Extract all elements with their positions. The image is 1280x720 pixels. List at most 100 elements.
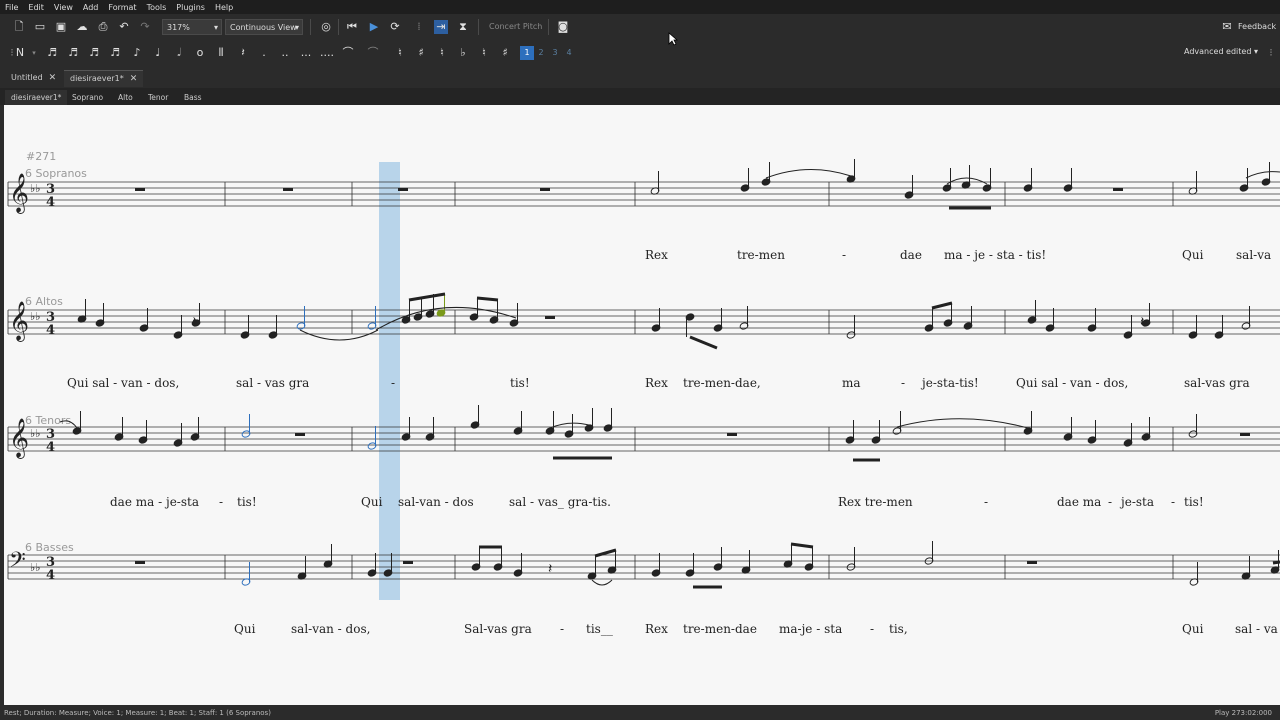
- lyric-syllable: je-sta-tis!: [922, 376, 979, 390]
- lyric-syllable: -: [1171, 495, 1176, 509]
- undo-icon[interactable]: ↶: [117, 20, 131, 34]
- loop-in-icon[interactable]: ⁞: [412, 20, 426, 34]
- dot-icon[interactable]: .: [257, 46, 271, 60]
- voice-2-button[interactable]: 2: [534, 46, 548, 60]
- score-canvas[interactable]: [4, 105, 1280, 705]
- mouse-cursor-icon: [668, 32, 678, 46]
- voice-1-button[interactable]: 1: [520, 46, 534, 60]
- duration-1024-icon[interactable]: ♬: [45, 46, 59, 60]
- subtab-soprano[interactable]: Soprano: [66, 90, 109, 105]
- duration-16th-icon[interactable]: ♬: [108, 46, 122, 60]
- menu-plugins[interactable]: Plugins: [171, 3, 210, 12]
- duration-32nd-icon[interactable]: ♬: [87, 46, 101, 60]
- lyric-syllable: tis!: [237, 495, 257, 509]
- slur-icon[interactable]: ⌒: [366, 46, 380, 60]
- zoom-value: 317%: [167, 23, 190, 32]
- new-score-icon[interactable]: 🗋: [12, 20, 26, 34]
- menu-help[interactable]: Help: [210, 3, 238, 12]
- lyric-syllable: dae: [900, 248, 922, 262]
- separator: [338, 19, 339, 35]
- tab-diesiraever1[interactable]: diesiraever1* ✕: [64, 70, 144, 87]
- lyric-syllable: Qui sal - van - dos,: [1016, 376, 1129, 390]
- loop-icon[interactable]: ⟳: [388, 20, 402, 34]
- lyric-syllable: -: [901, 376, 906, 390]
- subtab-alto[interactable]: Alto: [112, 90, 139, 105]
- lyric-syllable: sal-vas gra: [1184, 376, 1250, 390]
- lyric-syllable: tis__: [586, 622, 613, 636]
- lyric-syllable: tis!: [1184, 495, 1204, 509]
- workspace-value: Advanced edited: [1184, 47, 1252, 56]
- menu-file[interactable]: File: [0, 3, 23, 12]
- duration-eighth-icon[interactable]: ♪: [130, 46, 144, 60]
- chevron-down-icon: ▾: [1253, 47, 1258, 56]
- lyric-syllable: -: [1108, 495, 1113, 509]
- duration-half-icon[interactable]: 𝅗𝅥: [172, 46, 186, 60]
- metronome-icon[interactable]: ⧗: [456, 20, 470, 34]
- tab-untitled[interactable]: Untitled ✕: [5, 70, 62, 86]
- open-folder-icon[interactable]: ▭: [33, 20, 47, 34]
- redo-icon[interactable]: ↷: [138, 20, 152, 34]
- separator: [478, 19, 479, 35]
- print-icon[interactable]: ⎙: [96, 20, 110, 34]
- close-icon[interactable]: ✕: [130, 74, 138, 84]
- subtab-score[interactable]: diesiraever1*: [5, 90, 68, 105]
- menu-format[interactable]: Format: [103, 3, 141, 12]
- voice-4-button[interactable]: 4: [562, 46, 576, 60]
- lyric-syllable: dae ma - je-sta: [110, 495, 199, 509]
- image-capture-icon[interactable]: ◙: [556, 20, 570, 34]
- feedback-button[interactable]: Feedback: [1238, 22, 1276, 31]
- concert-pitch-button[interactable]: Concert Pitch: [489, 22, 542, 31]
- lyric-syllable: sal - vas_ gra-tis.: [509, 495, 611, 509]
- double-dot-icon[interactable]: ..: [278, 46, 292, 60]
- lyric-syllable: sal - vas gra: [236, 376, 310, 390]
- double-sharp-icon[interactable]: ♮: [435, 46, 449, 60]
- workspace-select[interactable]: Advanced edited ▾: [1180, 44, 1260, 60]
- tab-label: Untitled: [11, 73, 43, 82]
- lyric-syllable: je-sta: [1121, 495, 1155, 509]
- lyric-syllable: tis!: [510, 376, 530, 390]
- duration-whole-icon[interactable]: o: [193, 46, 207, 60]
- menu-tools[interactable]: Tools: [142, 3, 172, 12]
- menu-view[interactable]: View: [49, 3, 78, 12]
- menu-edit[interactable]: Edit: [23, 3, 49, 12]
- menu-bar: File Edit View Add Format Tools Plugins …: [0, 0, 1280, 14]
- lyric-syllable: -: [391, 376, 396, 390]
- tab-label: diesiraever1*: [70, 74, 124, 83]
- play-icon[interactable]: ▶: [367, 20, 381, 34]
- feedback-icon[interactable]: ✉: [1220, 20, 1234, 34]
- double-flat-icon[interactable]: ♮: [477, 46, 491, 60]
- subtab-tenor[interactable]: Tenor: [142, 90, 174, 105]
- rest-icon[interactable]: 𝄽: [236, 46, 250, 60]
- note-input-icon[interactable]: N: [13, 46, 27, 60]
- natural-icon[interactable]: ♮: [393, 46, 407, 60]
- voice-3-button[interactable]: 3: [548, 46, 562, 60]
- triple-dot-icon[interactable]: ...: [299, 46, 313, 60]
- lyric-syllable: Rex tre-men: [838, 495, 913, 509]
- duration-64th-icon[interactable]: ♬: [66, 46, 80, 60]
- chevron-down-icon[interactable]: ▾: [27, 46, 41, 60]
- sharp-icon[interactable]: ♯: [414, 46, 428, 60]
- midi-input-icon[interactable]: ◎: [319, 20, 333, 34]
- lyric-syllable: -: [842, 248, 847, 262]
- cloud-save-icon[interactable]: ☁: [75, 20, 89, 34]
- view-mode-value: Continuous View: [230, 23, 297, 32]
- grip-icon: ⁝: [1269, 46, 1273, 59]
- lyric-syllable: Rex: [645, 376, 668, 390]
- lyric-syllable: Qui: [1182, 248, 1204, 262]
- lyric-syllable: Rex: [645, 622, 668, 636]
- flat-icon[interactable]: ♭: [456, 46, 470, 60]
- quad-dot-icon[interactable]: ....: [320, 46, 334, 60]
- flip-direction-icon[interactable]: ♯: [498, 46, 512, 60]
- close-icon[interactable]: ✕: [49, 73, 57, 83]
- rewind-icon[interactable]: ⏮: [345, 20, 359, 34]
- duration-breve-icon[interactable]: ⦀: [214, 46, 228, 60]
- duration-quarter-icon[interactable]: ♩: [151, 46, 165, 60]
- status-bar: Rest; Duration: Measure; Voice: 1; Measu…: [0, 707, 1280, 720]
- play-repeats-icon[interactable]: ⇥: [434, 20, 448, 34]
- tie-icon[interactable]: ⌒: [341, 46, 355, 60]
- subtab-bass[interactable]: Bass: [178, 90, 208, 105]
- view-mode-select[interactable]: Continuous View ▾: [225, 19, 303, 35]
- zoom-select[interactable]: 317% ▾: [162, 19, 222, 35]
- menu-add[interactable]: Add: [78, 3, 104, 12]
- save-icon[interactable]: ▣: [54, 20, 68, 34]
